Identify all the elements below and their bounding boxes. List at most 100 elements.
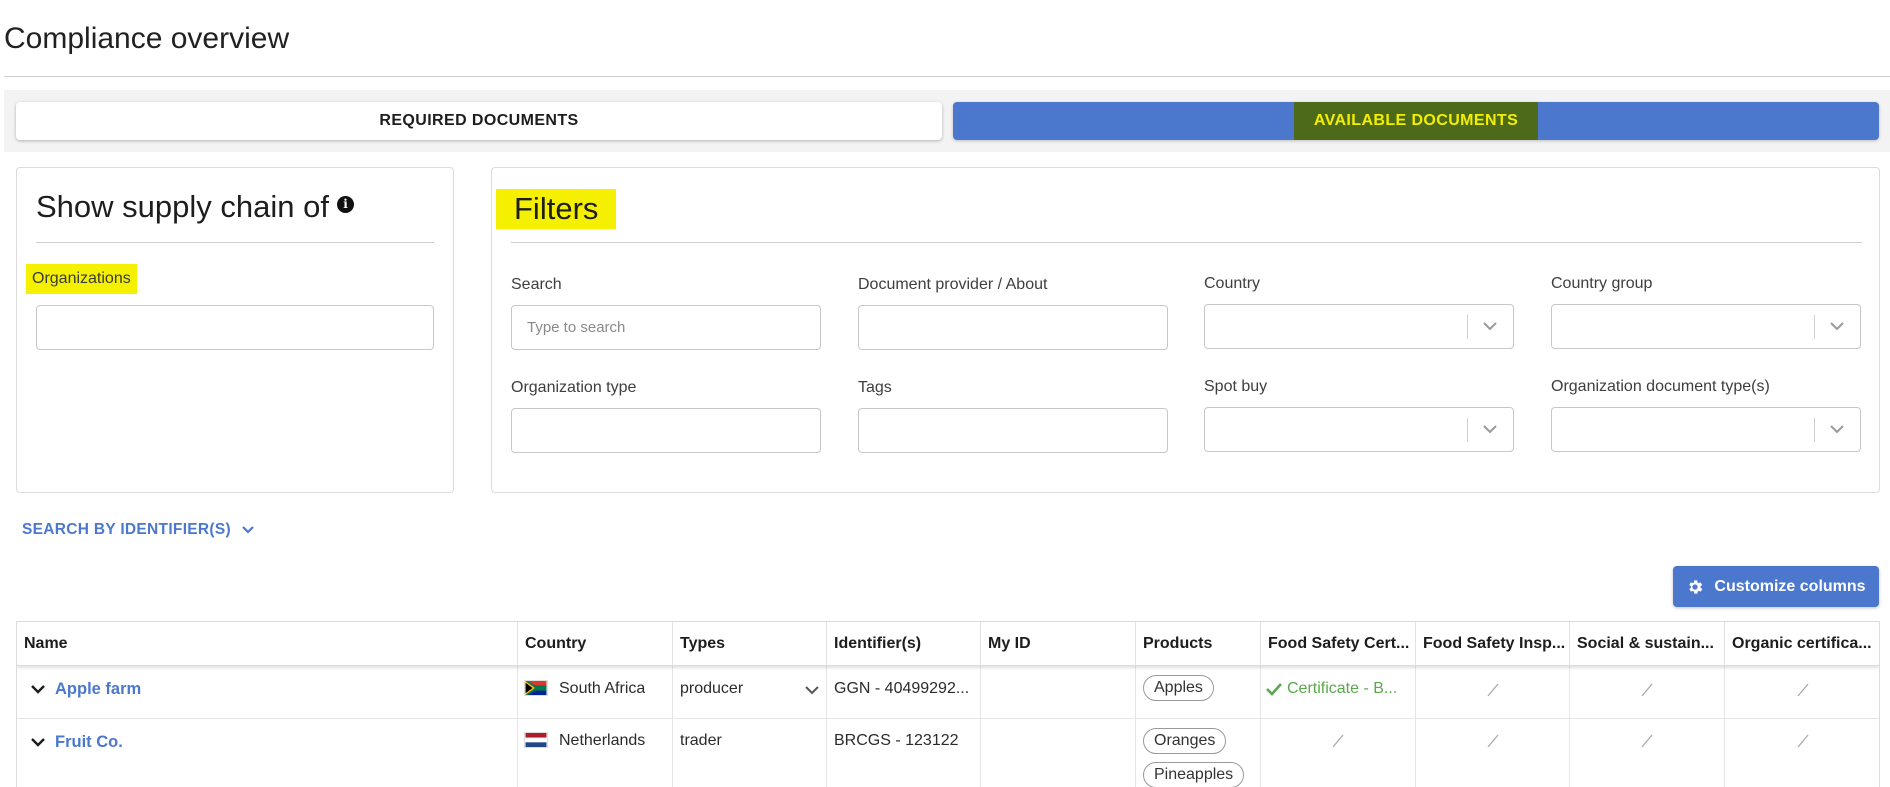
column-header-food-safety-cert[interactable]: Food Safety Cert...: [1260, 622, 1415, 666]
chevron-down-icon[interactable]: [1828, 317, 1846, 335]
supply-chain-card: Show supply chain of i Organizations: [16, 167, 454, 493]
page-title: Compliance overview: [4, 22, 290, 55]
table-row[interactable]: Apple farm South Africa producer GGN - 4…: [17, 666, 1879, 719]
chevron-down-icon[interactable]: [30, 681, 46, 697]
product-pill: Pineapples: [1143, 762, 1245, 787]
title-divider: [4, 76, 1890, 77]
supply-chain-heading-text: Show supply chain of: [36, 189, 329, 224]
column-header-name[interactable]: Name: [17, 622, 517, 666]
country-select[interactable]: [1204, 304, 1514, 349]
customize-columns-button[interactable]: Customize columns: [1673, 566, 1879, 607]
filters-card: Filters Search Type to search Document p…: [491, 167, 1880, 493]
info-icon[interactable]: i: [336, 195, 354, 213]
column-header-country[interactable]: Country: [517, 622, 672, 666]
organization-type: producer: [680, 680, 744, 697]
organization-type: trader: [680, 732, 722, 749]
select-separator: [1467, 315, 1468, 339]
search-label: Search: [511, 276, 562, 293]
customize-columns-label: Customize columns: [1714, 577, 1866, 595]
identifier-value: BRCGS - 123122: [834, 732, 959, 749]
not-applicable-icon: [1641, 683, 1653, 697]
compliance-table: Name Country Types Identifier(s) My ID P…: [16, 621, 1880, 787]
organizations-input[interactable]: [36, 305, 434, 350]
product-pill: Oranges: [1143, 728, 1227, 754]
name-cell: Apple farm: [17, 666, 517, 718]
tags-input[interactable]: [858, 408, 1168, 453]
filters-heading: Filters: [496, 189, 617, 229]
country-label: Country: [1204, 275, 1261, 292]
filters-divider: [511, 242, 1862, 243]
certificate-label: Certificate - B...: [1287, 680, 1398, 697]
country-name: Netherlands: [559, 732, 646, 749]
org-doc-types-select[interactable]: [1551, 407, 1861, 452]
column-header-types[interactable]: Types: [672, 622, 826, 666]
organization-name-link[interactable]: Fruit Co.: [55, 733, 123, 752]
identifiers-cell: GGN - 40499292...: [826, 666, 980, 718]
not-applicable-icon: [1487, 734, 1499, 748]
identifiers-cell: BRCGS - 123122: [826, 719, 980, 787]
country-cell: Netherlands: [517, 719, 672, 787]
country-group-select[interactable]: [1551, 304, 1861, 349]
table-row[interactable]: Fruit Co. Netherlands trader BRCGS - 123…: [17, 719, 1879, 787]
spot-buy-select[interactable]: [1204, 407, 1514, 452]
types-cell: producer: [672, 666, 826, 718]
column-header-organic[interactable]: Organic certifica...: [1724, 622, 1879, 666]
food-safety-insp-cell: [1415, 666, 1569, 718]
organization-type-input[interactable]: [511, 408, 821, 453]
chevron-down-icon[interactable]: [30, 734, 46, 750]
organic-cell: [1724, 719, 1879, 787]
identifier-value: GGN - 40499292...: [834, 680, 970, 697]
products-cell: Oranges Pineapples: [1135, 719, 1260, 787]
chevron-down-icon[interactable]: [1828, 420, 1846, 438]
chevron-down-icon[interactable]: [1481, 317, 1499, 335]
tab-required-documents[interactable]: REQUIRED DOCUMENTS: [16, 102, 942, 140]
supply-chain-divider: [36, 242, 434, 243]
netherlands-flag-icon: [524, 732, 548, 748]
column-header-identifiers[interactable]: Identifier(s): [826, 622, 980, 666]
not-applicable-icon: [1641, 734, 1653, 748]
food-safety-cert-cell: [1260, 719, 1415, 787]
not-applicable-icon: [1797, 734, 1809, 748]
product-pill: Apples: [1143, 675, 1214, 701]
tab-available-documents[interactable]: AVAILABLE DOCUMENTS: [953, 102, 1879, 140]
column-header-food-safety-insp[interactable]: Food Safety Insp...: [1415, 622, 1569, 666]
search-by-identifier-toggle[interactable]: SEARCH BY IDENTIFIER(S): [22, 521, 255, 539]
certificate-status[interactable]: Certificate - B...: [1266, 680, 1406, 698]
food-safety-insp-cell: [1415, 719, 1569, 787]
organization-name-link[interactable]: Apple farm: [55, 680, 141, 699]
select-separator: [1814, 418, 1815, 442]
spot-buy-label: Spot buy: [1204, 378, 1268, 395]
column-header-products[interactable]: Products: [1135, 622, 1260, 666]
food-safety-cert-cell: Certificate - B...: [1260, 666, 1415, 718]
document-provider-label: Document provider / About: [858, 276, 1048, 293]
org-doc-types-label: Organization document type(s): [1551, 378, 1770, 395]
chevron-down-icon[interactable]: [1481, 420, 1499, 438]
not-applicable-icon: [1332, 734, 1344, 748]
not-applicable-icon: [1487, 683, 1499, 697]
types-cell: trader: [672, 719, 826, 787]
not-applicable-icon: [1797, 683, 1809, 697]
tab-required-documents-label: REQUIRED DOCUMENTS: [379, 112, 579, 129]
social-cell: [1569, 666, 1724, 718]
table-header: Name Country Types Identifier(s) My ID P…: [17, 622, 1879, 666]
south-africa-flag-icon: [524, 680, 548, 696]
my-id-cell: [980, 719, 1135, 787]
my-id-cell: [980, 666, 1135, 718]
tags-label: Tags: [858, 379, 892, 396]
search-by-identifier-label: SEARCH BY IDENTIFIER(S): [22, 521, 231, 538]
column-header-my-id[interactable]: My ID: [980, 622, 1135, 666]
social-cell: [1569, 719, 1724, 787]
chevron-down-icon[interactable]: [804, 682, 820, 698]
products-cell: Apples: [1135, 666, 1260, 718]
gear-icon: [1689, 579, 1703, 594]
select-separator: [1814, 315, 1815, 339]
column-header-social[interactable]: Social & sustain...: [1569, 622, 1724, 666]
organizations-label: Organizations: [26, 264, 137, 294]
country-name: South Africa: [559, 680, 646, 697]
document-tabs: REQUIRED DOCUMENTS AVAILABLE DOCUMENTS: [4, 90, 1890, 152]
country-group-label: Country group: [1551, 275, 1653, 292]
tab-available-documents-label: AVAILABLE DOCUMENTS: [1293, 102, 1539, 140]
name-cell: Fruit Co.: [17, 719, 517, 787]
search-input[interactable]: Type to search: [511, 305, 821, 350]
document-provider-input[interactable]: [858, 305, 1168, 350]
